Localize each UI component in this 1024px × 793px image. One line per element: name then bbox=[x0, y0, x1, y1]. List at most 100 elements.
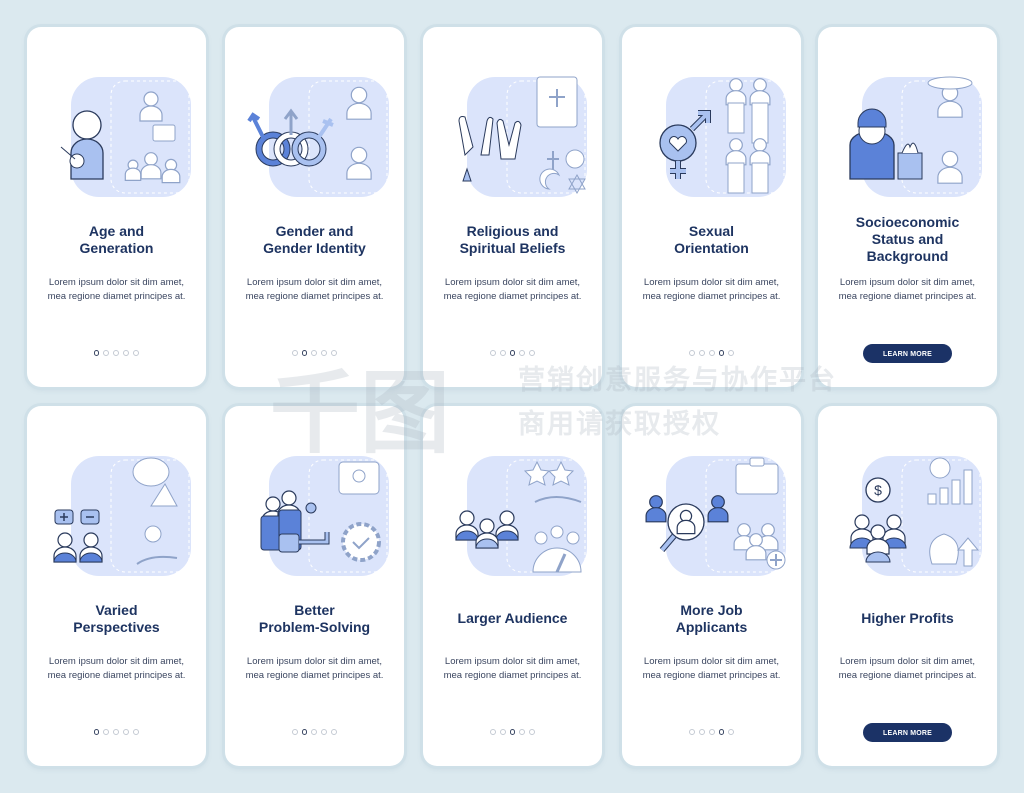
pagination-dot[interactable] bbox=[718, 350, 725, 356]
pagination-dots bbox=[225, 350, 404, 356]
screen-title: Gender and Gender Identity bbox=[233, 223, 396, 257]
screen-description: Lorem ipsum dolor sit dim amet, mea regi… bbox=[245, 656, 384, 681]
pagination-dot[interactable] bbox=[291, 350, 298, 356]
pagination-dot[interactable] bbox=[301, 729, 308, 735]
pagination-dot[interactable] bbox=[489, 350, 496, 356]
onboarding-screen-card: Socioeconomic Status and Background Lorem i… bbox=[818, 27, 997, 387]
pagination-dot[interactable] bbox=[708, 729, 715, 735]
perspectives-illustration bbox=[53, 456, 191, 576]
screen-title-line: Background bbox=[866, 248, 949, 264]
screen-title-line: Gender Identity bbox=[263, 240, 366, 256]
screen-title-line: Spiritual Beliefs bbox=[459, 240, 566, 256]
learn-more-button[interactable]: LEARN MORE bbox=[863, 723, 952, 742]
screen-title-line: Orientation bbox=[674, 240, 749, 256]
pagination-dot[interactable] bbox=[499, 729, 506, 735]
screen-description: Lorem ipsum dolor sit dim amet, mea regi… bbox=[47, 277, 186, 302]
key-gear-illustration bbox=[260, 456, 389, 576]
pagination-dots bbox=[423, 729, 602, 735]
screen-title-line: Status and bbox=[871, 231, 944, 247]
pagination-dot[interactable] bbox=[301, 350, 308, 356]
screen-title: Age and Generation bbox=[35, 223, 198, 257]
pagination-dot[interactable] bbox=[519, 729, 526, 735]
pagination-dot[interactable] bbox=[133, 729, 140, 735]
onboarding-screen-card: Gender and Gender Identity Lorem ipsum dol… bbox=[225, 27, 404, 387]
pagination-dot[interactable] bbox=[728, 350, 735, 356]
screen-title-line: Age and bbox=[88, 223, 145, 239]
pagination-dot[interactable] bbox=[529, 729, 536, 735]
screen-title: More Job Applicants bbox=[630, 602, 793, 636]
screen-description: Lorem ipsum dolor sit dim amet, mea regi… bbox=[245, 277, 384, 302]
pagination-dot[interactable] bbox=[489, 729, 496, 735]
gender-symbols-illustration bbox=[247, 77, 389, 197]
onboarding-screen-card: Varied Perspectives Lorem ipsum dolor sit … bbox=[27, 406, 206, 766]
pagination-dot[interactable] bbox=[499, 350, 506, 356]
pagination-dots bbox=[27, 350, 206, 356]
screen-title-line: Socioeconomic bbox=[855, 214, 960, 230]
screen-title-line: Varied bbox=[95, 602, 138, 618]
pagination-dot[interactable] bbox=[123, 729, 130, 735]
pagination-dots bbox=[622, 350, 801, 356]
screen-title-line: Gender and bbox=[275, 223, 354, 239]
svg-text:$: $ bbox=[874, 482, 882, 498]
pagination-dot[interactable] bbox=[93, 350, 100, 356]
screen-title-line: Perspectives bbox=[73, 619, 160, 635]
pagination-dot[interactable] bbox=[509, 729, 516, 735]
pagination-dot[interactable] bbox=[718, 729, 725, 735]
onboarding-screen-card: $ Higher Profits Lorem ipsum dolor sit dim… bbox=[818, 406, 997, 766]
screen-title: Larger Audience bbox=[431, 610, 594, 627]
pagination-dot[interactable] bbox=[529, 350, 536, 356]
screen-title: Socioeconomic Status and Background bbox=[826, 214, 989, 265]
job-search-illustration bbox=[645, 456, 786, 576]
screen-title: Higher Profits bbox=[826, 610, 989, 627]
screen-description: Lorem ipsum dolor sit dim amet, mea regi… bbox=[443, 277, 582, 302]
pagination-dots bbox=[225, 729, 404, 735]
pagination-dot[interactable] bbox=[311, 729, 318, 735]
screen-title-line: Sexual bbox=[688, 223, 735, 239]
pagination-dot[interactable] bbox=[103, 729, 110, 735]
pagination-dot[interactable] bbox=[321, 729, 328, 735]
audience-illustration bbox=[455, 456, 587, 576]
learn-more-button[interactable]: LEARN MORE bbox=[863, 344, 952, 363]
pagination-dot[interactable] bbox=[311, 350, 318, 356]
pagination-dot[interactable] bbox=[698, 729, 705, 735]
pagination-dot[interactable] bbox=[688, 729, 695, 735]
onboarding-screen-card: More Job Applicants Lorem ipsum dolor sit … bbox=[622, 406, 801, 766]
screen-title-line: Religious and bbox=[466, 223, 559, 239]
pagination-dot[interactable] bbox=[509, 350, 516, 356]
screen-title: Sexual Orientation bbox=[630, 223, 793, 257]
pagination-dot[interactable] bbox=[93, 729, 100, 735]
pagination-dot[interactable] bbox=[331, 729, 338, 735]
pagination-dot[interactable] bbox=[123, 350, 130, 356]
screen-title-line: Higher Profits bbox=[861, 610, 954, 626]
age-generation-illustration bbox=[60, 77, 191, 197]
pagination-dot[interactable] bbox=[698, 350, 705, 356]
couples-illustration bbox=[659, 77, 786, 197]
praying-hands-illustration bbox=[458, 76, 587, 197]
screen-description: Lorem ipsum dolor sit dim amet, mea regi… bbox=[838, 277, 977, 302]
screen-title: Religious and Spiritual Beliefs bbox=[431, 223, 594, 257]
screen-description: Lorem ipsum dolor sit dim amet, mea regi… bbox=[642, 656, 781, 681]
onboarding-screen-card: Sexual Orientation Lorem ipsum dolor sit d… bbox=[622, 27, 801, 387]
screen-title-line: Better bbox=[294, 602, 335, 618]
screen-title: Varied Perspectives bbox=[35, 602, 198, 636]
pagination-dot[interactable] bbox=[291, 729, 298, 735]
pagination-dot[interactable] bbox=[113, 350, 120, 356]
screen-description: Lorem ipsum dolor sit dim amet, mea regi… bbox=[47, 656, 186, 681]
pagination-dot[interactable] bbox=[133, 350, 140, 356]
pagination-dots bbox=[423, 350, 602, 356]
pagination-dot[interactable] bbox=[708, 350, 715, 356]
socioeconomic-illustration bbox=[849, 76, 982, 197]
onboarding-screen-card: Religious and Spiritual Beliefs Lorem ipsu… bbox=[423, 27, 602, 387]
screen-title-line: Problem-Solving bbox=[258, 619, 371, 635]
pagination-dot[interactable] bbox=[331, 350, 338, 356]
screen-description: Lorem ipsum dolor sit dim amet, mea regi… bbox=[443, 656, 582, 681]
pagination-dot[interactable] bbox=[113, 729, 120, 735]
pagination-dot[interactable] bbox=[728, 729, 735, 735]
screen-description: Lorem ipsum dolor sit dim amet, mea regi… bbox=[838, 656, 977, 681]
profits-illustration: $ bbox=[849, 456, 982, 576]
screen-title-line: Larger Audience bbox=[457, 610, 568, 626]
pagination-dot[interactable] bbox=[688, 350, 695, 356]
pagination-dot[interactable] bbox=[103, 350, 110, 356]
pagination-dot[interactable] bbox=[321, 350, 328, 356]
pagination-dot[interactable] bbox=[519, 350, 526, 356]
